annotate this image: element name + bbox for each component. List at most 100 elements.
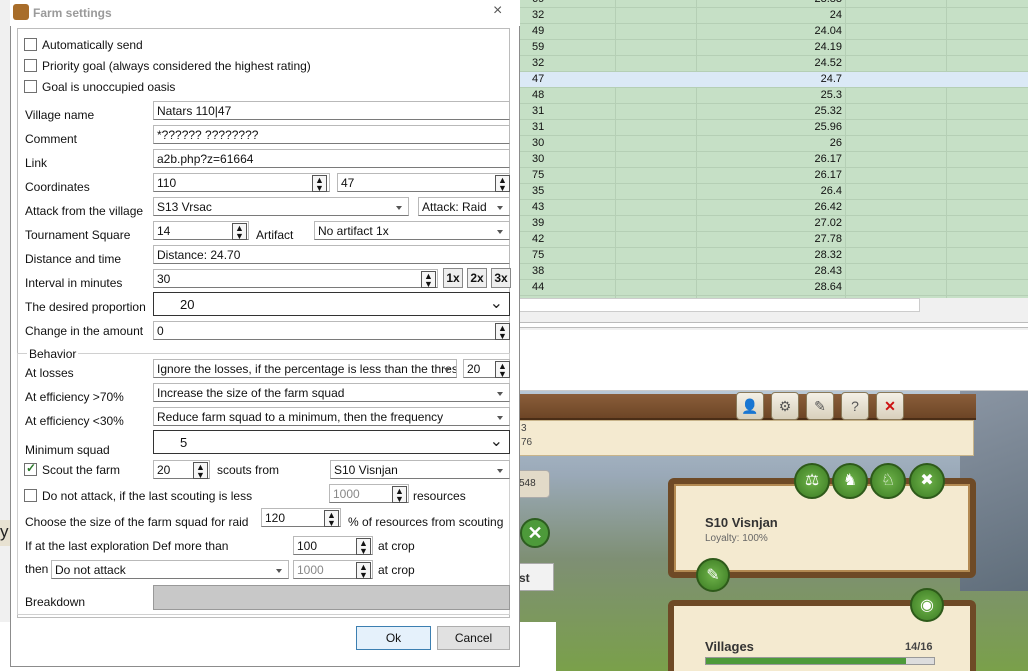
table-cell: 24.19 bbox=[814, 41, 842, 53]
info-parchment: 3 76 bbox=[510, 420, 974, 456]
parchment-line: 3 bbox=[521, 423, 527, 434]
coord-y-field[interactable]: 47 bbox=[337, 173, 510, 192]
eff-low-select[interactable]: Reduce farm squad to a minimum, then the… bbox=[153, 407, 510, 426]
table-cell: 25.96 bbox=[814, 121, 842, 133]
squad-size-spinner[interactable]: ▲ ▼ bbox=[324, 510, 339, 528]
village-name-field[interactable]: Natars 110|47 bbox=[153, 101, 510, 120]
interval-2x-button[interactable]: 2x bbox=[467, 268, 487, 288]
profile-icon[interactable]: 👤 bbox=[736, 392, 764, 420]
interval-field[interactable]: 30 bbox=[153, 269, 438, 288]
pencil-icon[interactable]: ✎ bbox=[696, 558, 730, 592]
table-row[interactable]: 48 25.3 bbox=[510, 88, 1028, 104]
horse-head-icon[interactable]: ♞ bbox=[832, 463, 868, 499]
table-row[interactable]: 30 26.17 bbox=[510, 152, 1028, 168]
splitter[interactable] bbox=[510, 322, 1028, 328]
scout-checkbox[interactable] bbox=[24, 461, 37, 476]
loss-threshold-spinner[interactable]: ▲ ▼ bbox=[495, 361, 510, 379]
help-icon[interactable]: ? bbox=[841, 392, 869, 420]
notes-icon[interactable]: ✎ bbox=[806, 392, 834, 420]
coord-x-field[interactable]: 110 bbox=[153, 173, 330, 192]
oasis-checkbox[interactable] bbox=[24, 80, 37, 93]
tools-icon[interactable]: ✖ bbox=[909, 463, 945, 499]
scout-count-spinner[interactable]: ▲ ▼ bbox=[193, 462, 208, 480]
min-squad-select[interactable]: 5 bbox=[153, 430, 510, 454]
auto-send-checkbox[interactable] bbox=[24, 38, 37, 51]
then-value-spinner[interactable]: ▲ ▼ bbox=[356, 562, 371, 580]
change-amount-field[interactable]: 0 bbox=[153, 321, 510, 340]
oasis-label: Goal is unoccupied oasis bbox=[42, 80, 176, 94]
table-row[interactable]: 32 24 bbox=[510, 8, 1028, 24]
eye-icon[interactable]: ◉ bbox=[910, 588, 944, 622]
table-row[interactable]: 49 24.04 bbox=[510, 24, 1028, 40]
eff-high-label: At efficiency >70% bbox=[25, 390, 124, 404]
at-losses-select[interactable]: Ignore the losses, if the percentage is … bbox=[153, 359, 457, 378]
link-field[interactable]: a2b.php?z=61664 bbox=[153, 149, 510, 168]
tournament-spinner[interactable]: ▲ ▼ bbox=[232, 223, 247, 241]
log-panel bbox=[510, 330, 1028, 386]
table-row[interactable]: 44 28.64 bbox=[510, 280, 1028, 296]
then-action-select[interactable]: Do not attack bbox=[51, 560, 289, 579]
table-cell: 25.3 bbox=[820, 89, 842, 101]
cancel-button[interactable]: Cancel bbox=[437, 626, 510, 650]
interval-3x-button[interactable]: 3x bbox=[491, 268, 511, 288]
table-row[interactable]: 47 24.7 bbox=[510, 72, 1028, 88]
ok-button[interactable]: Ok bbox=[356, 626, 431, 650]
change-amount-spinner[interactable]: ▲ ▼ bbox=[495, 323, 510, 341]
min-squad-label: Minimum squad bbox=[25, 443, 110, 457]
eff-low-label: At efficiency <30% bbox=[25, 414, 124, 428]
breakdown-label: Breakdown bbox=[25, 595, 86, 609]
splitter[interactable] bbox=[510, 383, 1028, 391]
table-row[interactable]: 75 26.17 bbox=[510, 168, 1028, 184]
comment-field[interactable]: *?????? ???????? bbox=[153, 125, 510, 144]
table-row[interactable]: 6923.83 bbox=[510, 0, 1028, 8]
no-attack-spinner[interactable]: ▲ ▼ bbox=[392, 486, 407, 504]
table-cell: 24 bbox=[829, 9, 842, 21]
table-row[interactable]: 32 24.52 bbox=[510, 56, 1028, 72]
coord-y-spinner[interactable]: ▲ ▼ bbox=[495, 175, 510, 193]
artifact-label: Artifact bbox=[256, 228, 294, 242]
table-cell: 26.17 bbox=[814, 169, 842, 181]
left-strip: y bbox=[0, 520, 10, 546]
table-row[interactable]: 30 26 bbox=[510, 136, 1028, 152]
artifact-select[interactable]: No artifact 1x bbox=[314, 221, 510, 240]
proportion-select[interactable]: 20 bbox=[153, 292, 510, 316]
table-row[interactable]: 31 25.32 bbox=[510, 104, 1028, 120]
villages-count: 14/16 bbox=[905, 641, 933, 653]
interval-spinner[interactable]: ▲ ▼ bbox=[421, 271, 436, 289]
close-icon[interactable]: × bbox=[493, 2, 502, 20]
table-row[interactable]: 35 26.4 bbox=[510, 184, 1028, 200]
table-cell: 28.43 bbox=[814, 265, 842, 277]
attack-type-select[interactable]: Attack: Raid bbox=[418, 197, 510, 216]
def-spinner[interactable]: ▲ ▼ bbox=[356, 538, 371, 556]
app-icon bbox=[13, 4, 29, 20]
horizontal-scrollbar[interactable] bbox=[510, 298, 920, 312]
priority-goal-checkbox[interactable] bbox=[24, 59, 37, 72]
logout-icon[interactable]: ✕ bbox=[876, 392, 904, 420]
table-row[interactable]: 43 26.42 bbox=[510, 200, 1028, 216]
settings-icon[interactable]: ⚙ bbox=[771, 392, 799, 420]
table-cell: 26.4 bbox=[820, 185, 842, 197]
close-icon[interactable]: ✕ bbox=[520, 518, 550, 548]
table-row[interactable]: 38 28.43 bbox=[510, 264, 1028, 280]
table-cell: 24.7 bbox=[820, 73, 842, 85]
attack-from-select[interactable]: S13 Vrsac bbox=[153, 197, 409, 216]
scout-village-select[interactable]: S10 Visnjan bbox=[330, 460, 510, 479]
table-row[interactable]: 75 28.32 bbox=[510, 248, 1028, 264]
behavior-group-label: Behavior bbox=[27, 347, 79, 361]
interval-1x-button[interactable]: 1x bbox=[443, 268, 463, 288]
farm-list-table[interactable]: 6923.8332244924.045924.193224.524724.748… bbox=[510, 0, 1028, 298]
table-row[interactable]: 59 24.19 bbox=[510, 40, 1028, 56]
horse-icon[interactable]: ♘ bbox=[870, 463, 906, 499]
coord-x-spinner[interactable]: ▲ ▼ bbox=[312, 175, 327, 193]
table-cell: 26.42 bbox=[814, 201, 842, 213]
auto-send-label: Automatically send bbox=[42, 38, 143, 52]
scales-icon[interactable]: ⚖ bbox=[794, 463, 830, 499]
village-loyalty: Loyalty: 100% bbox=[705, 533, 768, 544]
no-attack-checkbox[interactable] bbox=[24, 489, 37, 502]
table-row[interactable]: 31 25.96 bbox=[510, 120, 1028, 136]
squad-size-unit: % of resources from scouting bbox=[348, 515, 504, 529]
village-name-label: Village name bbox=[25, 108, 95, 122]
eff-high-select[interactable]: Increase the size of the farm squad bbox=[153, 383, 510, 402]
table-row[interactable]: 42 27.78 bbox=[510, 232, 1028, 248]
table-row[interactable]: 39 27.02 bbox=[510, 216, 1028, 232]
